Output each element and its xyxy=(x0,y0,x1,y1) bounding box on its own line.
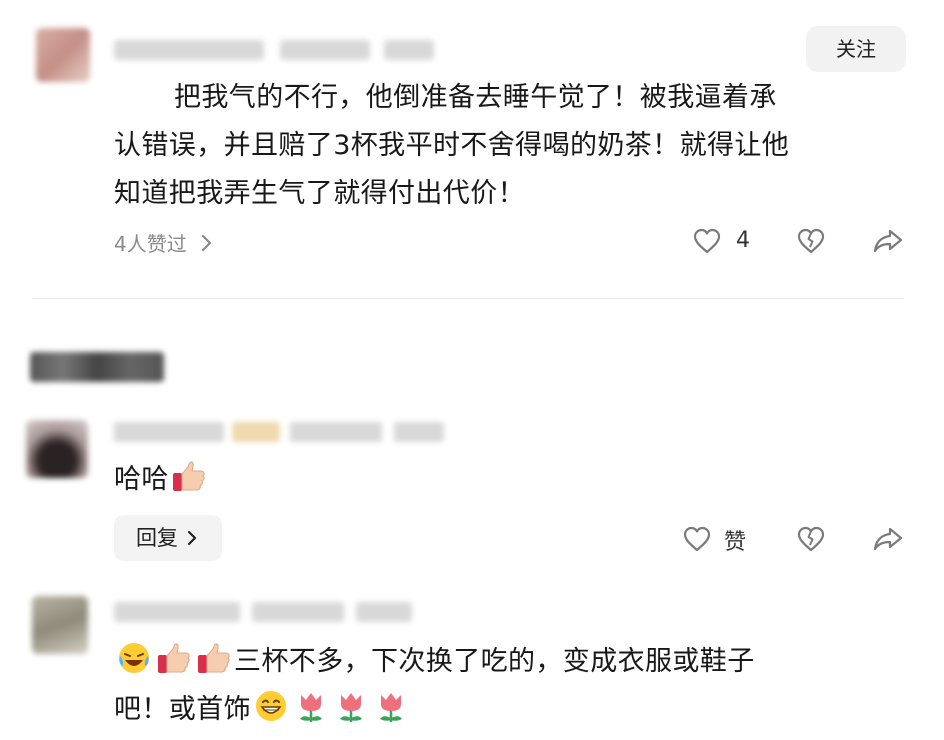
heart-outline-icon[interactable] xyxy=(692,226,722,256)
broken-heart-icon[interactable] xyxy=(796,524,826,554)
username-blurred[interactable] xyxy=(114,40,434,60)
divider xyxy=(32,298,904,299)
reply-text-content: 哈哈 xyxy=(114,464,169,495)
tulip-emoji xyxy=(373,688,409,724)
broken-heart-icon[interactable] xyxy=(796,226,826,256)
follow-button[interactable]: 关注 xyxy=(806,26,906,72)
avatar[interactable] xyxy=(36,28,90,82)
reply-line: 三杯不多，下次换了吃的，变成衣服或鞋子 xyxy=(114,638,914,686)
reply-line: 吧！或首饰 xyxy=(114,686,914,734)
username-blurred[interactable] xyxy=(114,422,444,442)
reply-line-text: 吧！或首饰 xyxy=(114,694,251,725)
section-header-blurred xyxy=(30,352,164,382)
reply-text: 三杯不多，下次换了吃的，变成衣服或鞋子 吧！或首饰 xyxy=(114,638,914,734)
tulip-emoji xyxy=(333,688,369,724)
reply-button-label: 回复 xyxy=(136,526,178,550)
username-blurred[interactable] xyxy=(114,602,414,622)
avatar[interactable] xyxy=(26,420,88,478)
share-arrow-icon[interactable] xyxy=(872,226,904,256)
likes-summary[interactable]: 4人赞过 xyxy=(114,228,217,257)
grinning-emoji xyxy=(253,688,289,724)
chevron-right-icon xyxy=(184,529,200,547)
laughing-emoji xyxy=(116,640,152,676)
tulip-emoji xyxy=(293,688,329,724)
chevron-right-icon xyxy=(195,232,217,254)
comment-line: 认错误，并且赔了3杯我平时不舍得喝的奶茶！就得让他 xyxy=(114,130,790,161)
reply-button[interactable]: 回复 xyxy=(114,515,222,561)
reply-text: 哈哈 xyxy=(114,456,209,504)
thumbs-up-emoji xyxy=(171,458,207,494)
avatar[interactable] xyxy=(32,596,88,654)
comment-line: 知道把我弄生气了就得付出代价！ xyxy=(114,178,525,209)
like-count: 4 xyxy=(736,228,750,253)
thumbs-up-emoji xyxy=(196,640,232,676)
likes-summary-text: 4人赞过 xyxy=(114,232,187,256)
comment-line: 把我气的不行，他倒准备去睡午觉了！被我逼着承 xyxy=(174,82,777,113)
thumbs-up-emoji xyxy=(156,640,192,676)
share-arrow-icon[interactable] xyxy=(872,524,904,554)
like-label: 赞 xyxy=(724,530,747,555)
heart-outline-icon[interactable] xyxy=(682,524,712,554)
comment-text: 把我气的不行，他倒准备去睡午觉了！被我逼着承 认错误，并且赔了3杯我平时不舍得喝… xyxy=(114,74,914,218)
reply-line-text: 三杯不多，下次换了吃的，变成衣服或鞋子 xyxy=(234,646,755,677)
